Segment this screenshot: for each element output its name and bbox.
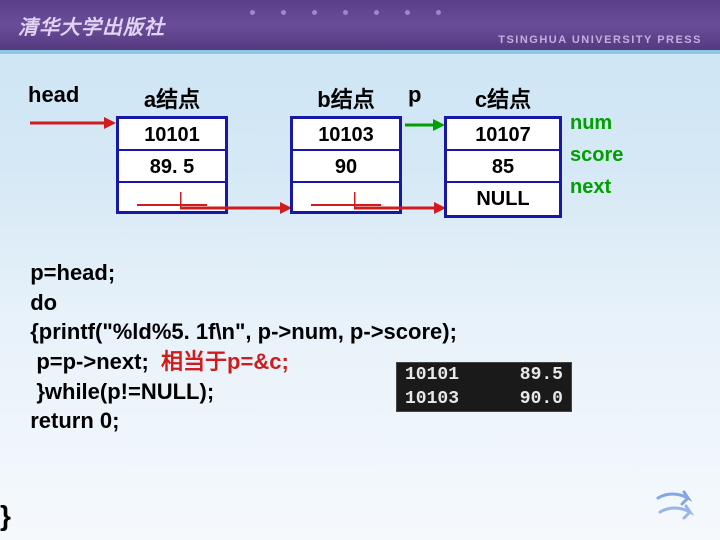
code-line-4a: p=p->next; (18, 349, 161, 374)
code-line-2: do (18, 288, 702, 318)
node-c-title: c结点 (444, 82, 562, 114)
code-line-4: p=p->next; 相当于p=&c; (18, 347, 702, 377)
console-num-0: 10101 (405, 365, 477, 385)
field-label-next: next (570, 176, 611, 199)
field-label-score: score (570, 144, 623, 167)
header-underline (0, 50, 720, 54)
code-line-3: {printf("%ld%5. 1f\n", p->num, p->score)… (18, 317, 702, 347)
arrow-b-to-c (354, 192, 446, 232)
code-closing-brace: } (0, 500, 11, 532)
node-b-num: 10103 (293, 119, 399, 151)
arrow-p-to-c (405, 118, 445, 132)
node-a-title: a结点 (116, 82, 228, 114)
console-row: 10103 90.0 (397, 387, 571, 411)
node-c-score: 85 (447, 151, 559, 183)
arrow-a-to-b (180, 192, 292, 232)
arrow-head-to-a (30, 116, 116, 130)
code-line-5: }while(p!=NULL); (18, 377, 702, 407)
next-page-icon[interactable] (654, 488, 702, 526)
code-block: p=head; do {printf("%ld%5. 1f\n", p->num… (18, 258, 702, 436)
publisher-logo-zh: 清华大学出版社 (18, 11, 165, 40)
node-a-num: 10101 (119, 119, 225, 151)
node-a-score: 89. 5 (119, 151, 225, 183)
console-score-0: 89.5 (477, 365, 563, 385)
console-score-1: 90.0 (477, 389, 563, 409)
decorative-dots (250, 10, 441, 15)
node-c-next: NULL (447, 183, 559, 215)
publisher-name-en: TSINGHUA UNIVERSITY PRESS (498, 34, 702, 46)
console-num-1: 10103 (405, 389, 477, 409)
head-pointer-label: head (28, 82, 79, 108)
p-pointer-label: p (408, 82, 421, 108)
header-bar: 清华大学出版社 TSINGHUA UNIVERSITY PRESS (0, 0, 720, 50)
code-line-6: return 0; (18, 406, 702, 436)
code-line-1: p=head; (18, 258, 702, 288)
linked-list-diagram: head a结点 10101 89. 5 b结点 10103 90 p (0, 82, 720, 252)
node-c: c结点 10107 85 NULL (444, 82, 562, 218)
node-b-score: 90 (293, 151, 399, 183)
field-label-num: num (570, 112, 612, 135)
node-b-title: b结点 (290, 82, 402, 114)
code-line-4b-comment: 相当于p=&c; (161, 349, 289, 374)
node-c-num: 10107 (447, 119, 559, 151)
console-output: 10101 89.5 10103 90.0 (396, 362, 572, 412)
console-row: 10101 89.5 (397, 363, 571, 387)
